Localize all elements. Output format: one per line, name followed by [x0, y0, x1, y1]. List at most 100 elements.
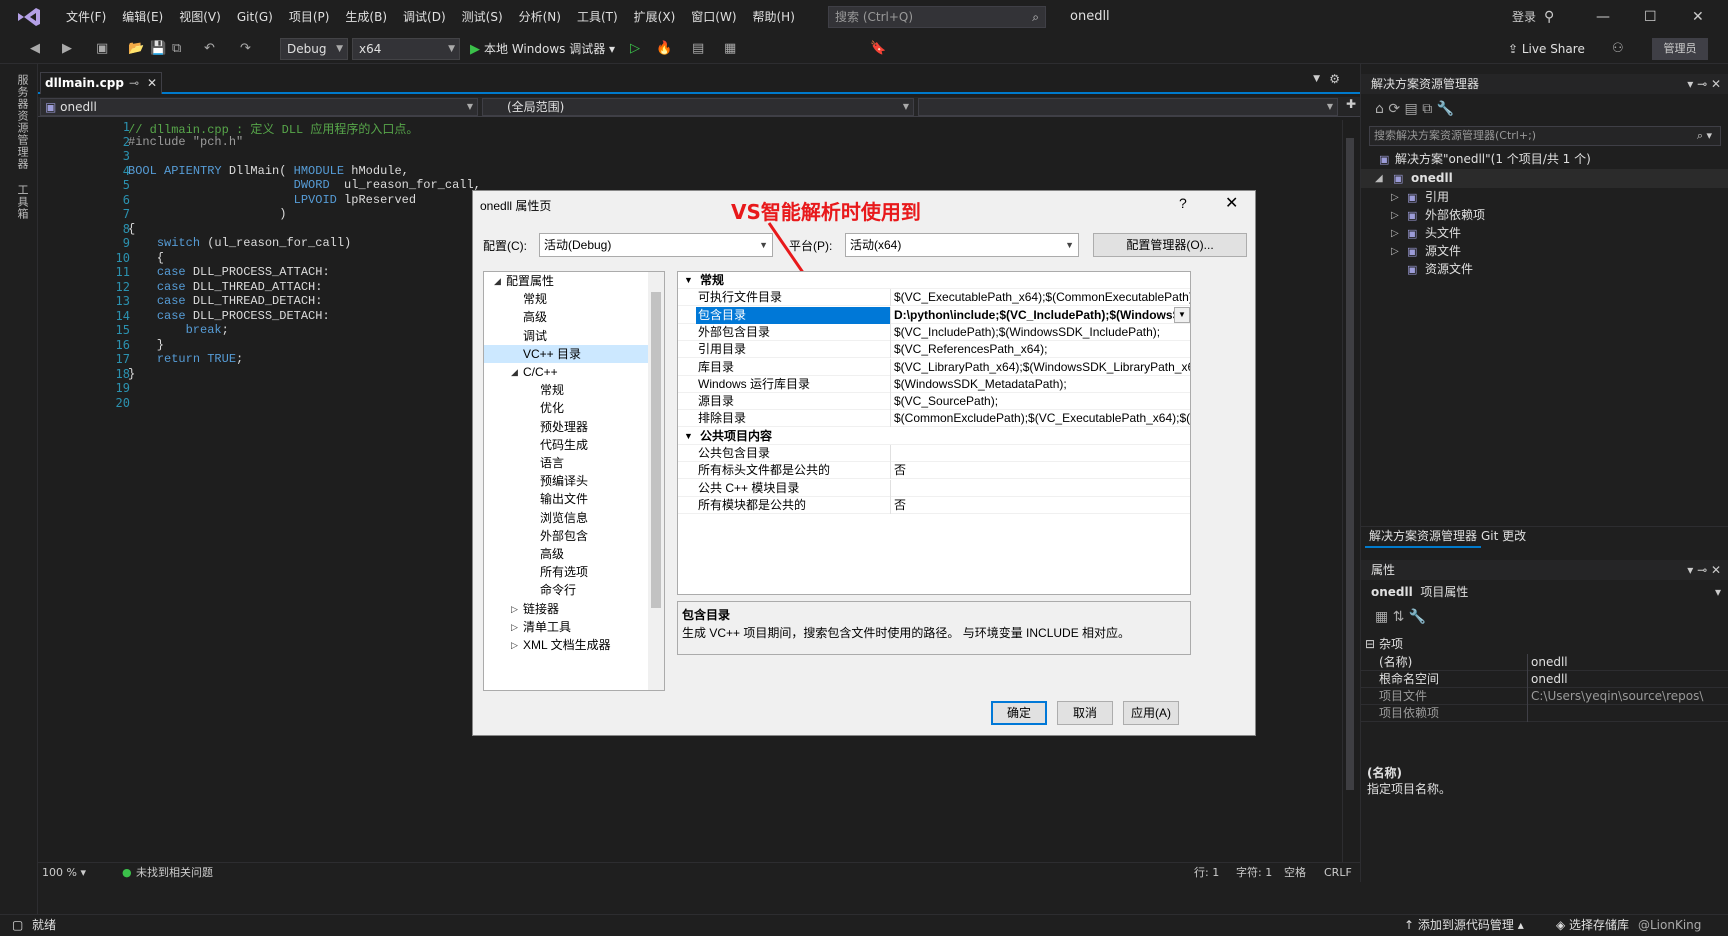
expand-icon[interactable]: ◢ [1375, 169, 1383, 188]
grid-row[interactable]: 可执行文件目录 $(VC_ExecutablePath_x64);$(Common… [678, 289, 1190, 307]
nav-tree-item[interactable]: ▷ XML 文档生成器 [484, 636, 650, 654]
tree-node[interactable]: ▷ ▣ 头文件 [1361, 224, 1728, 243]
tab-git-changes[interactable]: Git 更改 [1477, 527, 1530, 546]
tab-list-chevron-icon[interactable]: ▼ [1313, 74, 1320, 84]
grid-category[interactable]: ▼ 公共项目内容 [678, 427, 1190, 445]
help-button[interactable]: ? [1179, 195, 1187, 211]
nav-tree-item[interactable]: 常规 [484, 290, 650, 308]
menu-item[interactable]: 项目(P) [281, 0, 338, 34]
expand-icon[interactable]: ▷ [511, 636, 518, 654]
menu-item[interactable]: 编辑(E) [114, 0, 171, 34]
code-line[interactable]: case DLL_THREAD_ATTACH: [128, 280, 323, 294]
code-line[interactable]: LPVOID lpReserved [128, 193, 416, 207]
nav-tree-item[interactable]: 常规 [484, 381, 650, 399]
properties-category[interactable]: ⊟ 杂项 [1361, 636, 1728, 653]
code-line[interactable]: } [128, 338, 164, 352]
grid-row[interactable]: 排除目录 $(CommonExcludePath);$(VC_Executable… [678, 410, 1190, 428]
undo-icon[interactable]: ↶ [204, 39, 215, 59]
eol-indicator[interactable]: CRLF [1324, 863, 1352, 882]
hot-reload-icon[interactable]: 🔥 [656, 39, 672, 59]
grid-row[interactable]: 外部包含目录 $(VC_IncludePath);$(WindowsSDK_Inc… [678, 323, 1190, 341]
toolbox-tab[interactable]: 工具箱 [14, 184, 30, 220]
live-share-button[interactable]: ⇪ Live Share [1508, 42, 1585, 56]
code-line[interactable]: #include "pch.h" [128, 135, 243, 149]
config-select[interactable]: 活动(Debug) ▼ [539, 233, 773, 257]
grid-value[interactable]: $(VC_SourcePath); [894, 393, 1190, 410]
forward-icon[interactable]: ▶ [62, 39, 72, 59]
expand-icon[interactable]: ▷ [1391, 188, 1399, 207]
server-explorer-tab[interactable]: 服务器资源管理器 [14, 74, 30, 170]
expand-icon[interactable]: ▷ [1391, 224, 1399, 243]
nav-tree-item[interactable]: 浏览信息 [484, 509, 650, 527]
code-line[interactable]: DWORD ul_reason_for_call, [128, 178, 481, 192]
grid-row[interactable]: 库目录 $(VC_LibraryPath_x64);$(WindowsSDK_Li… [678, 358, 1190, 376]
code-line[interactable]: BOOL APIENTRY DllMain( HMODULE hModule, [128, 164, 409, 178]
menu-item[interactable]: 调试(D) [395, 0, 454, 34]
save-icon[interactable]: 💾 [150, 39, 166, 59]
categorized-icon[interactable]: ▦ ⇅ 🔧 [1375, 609, 1426, 625]
menu-item[interactable]: 文件(F) [58, 0, 114, 34]
back-icon[interactable]: ◀ [30, 39, 40, 59]
panel-controls-icon[interactable]: ▾ ⊸ ✕ [1687, 74, 1721, 94]
apply-button[interactable]: 应用(A) [1123, 701, 1179, 725]
nav-tree-item[interactable]: VC++ 目录 [484, 344, 650, 363]
grid-row[interactable]: 公共 C++ 模块目录 [678, 479, 1190, 497]
expand-icon[interactable]: ▷ [1391, 242, 1399, 261]
config-manager-button[interactable]: 配置管理器(O)... [1093, 233, 1247, 257]
menu-item[interactable]: 窗口(W) [683, 0, 744, 34]
grid-value[interactable]: $(WindowsSDK_MetadataPath); [894, 376, 1190, 393]
tree-node[interactable]: ▣ 资源文件 [1361, 260, 1728, 279]
grid-value[interactable]: $(VC_ReferencesPath_x64); [894, 341, 1190, 358]
collapse-icon[interactable]: ⊟ [1365, 636, 1375, 653]
add-to-source-control-button[interactable]: ↑ 添加到源代码管理 ▴ [1404, 915, 1524, 936]
property-row[interactable]: 项目文件 C:\Users\yeqin\source\repos\ [1361, 688, 1728, 705]
scope-nav-select[interactable]: (全局范围) ▼ [482, 98, 914, 116]
code-line[interactable]: } [128, 367, 135, 381]
menu-item[interactable]: 生成(B) [337, 0, 395, 34]
nav-tree-item[interactable]: 预编译头 [484, 472, 650, 490]
nav-tree-item[interactable]: 外部包含 [484, 527, 650, 545]
nav-tree-item[interactable]: ▷ 链接器 [484, 600, 650, 618]
grid-category[interactable]: ▼ 常规 [678, 272, 1190, 289]
home-icon[interactable]: ⌂ ⟳ ▤ ⧉ 🔧 [1375, 101, 1454, 117]
grid-value[interactable]: $(VC_LibraryPath_x64);$(WindowsSDK_Libra… [894, 359, 1190, 376]
nav-tree-item[interactable]: ◢ 配置属性 [484, 272, 650, 290]
select-repo-button[interactable]: ◈ 选择存储库 [1556, 915, 1629, 936]
property-value[interactable]: onedll [1531, 654, 1725, 671]
maximize-button[interactable]: ☐ [1644, 0, 1657, 34]
code-line[interactable]: switch (ul_reason_for_call) [128, 236, 351, 250]
split-icon[interactable]: ✚ [1346, 97, 1356, 111]
nav-tree-item[interactable]: ◢ C/C++ [484, 363, 650, 381]
feedback-icon[interactable]: ⚲ [1544, 0, 1554, 34]
editor-vertical-scrollbar[interactable] [1342, 120, 1356, 882]
new-project-icon[interactable]: ▣ [96, 39, 108, 59]
member-nav-select[interactable]: ▼ [918, 98, 1338, 116]
minimize-button[interactable]: — [1596, 0, 1610, 34]
code-line[interactable]: case DLL_THREAD_DETACH: [128, 294, 323, 308]
nav-tree-item[interactable]: 调试 [484, 327, 650, 345]
grid-value[interactable]: $(VC_ExecutablePath_x64);$(CommonExecuta… [894, 289, 1190, 306]
property-value[interactable]: onedll [1531, 671, 1725, 688]
grid-row[interactable]: 所有模块都是公共的 否 [678, 496, 1190, 514]
pin-icon[interactable]: ⊸ [129, 73, 139, 93]
scroll-thumb[interactable] [1346, 138, 1354, 790]
nav-tree-item[interactable]: 预处理器 [484, 418, 650, 436]
property-row[interactable]: 项目依赖项 [1361, 705, 1728, 722]
solution-config-select[interactable]: Debug ▼ [280, 38, 348, 60]
property-value[interactable]: C:\Users\yeqin\source\repos\ [1531, 688, 1725, 705]
solution-platform-select[interactable]: x64 ▼ [352, 38, 460, 60]
code-line[interactable]: { [128, 222, 135, 236]
properties-subject[interactable]: onedll 项目属性 ▾ [1361, 582, 1728, 602]
start-debugging-button[interactable]: ▶ 本地 Windows 调试器 ▾ [470, 38, 615, 60]
panel-controls-icon[interactable]: ▾ ⊸ ✕ [1687, 560, 1721, 580]
grid-row[interactable]: 引用目录 $(VC_ReferencesPath_x64); [678, 341, 1190, 359]
grid-value[interactable]: D:\python\include;$(VC_IncludePath);$(Wi… [894, 307, 1190, 324]
close-window-button[interactable]: ✕ [1692, 0, 1704, 34]
close-dialog-button[interactable]: ✕ [1225, 193, 1238, 213]
nav-tree-item[interactable]: 输出文件 [484, 490, 650, 508]
tab-solution-explorer[interactable]: 解决方案资源管理器 [1365, 527, 1482, 548]
tree-node[interactable]: ▷ ▣ 引用 [1361, 188, 1728, 207]
save-all-icon[interactable]: ⧉ [172, 39, 181, 59]
tree-node[interactable]: ▷ ▣ 外部依赖项 [1361, 206, 1728, 225]
tree-project[interactable]: ◢ ▣ onedll [1361, 169, 1728, 188]
